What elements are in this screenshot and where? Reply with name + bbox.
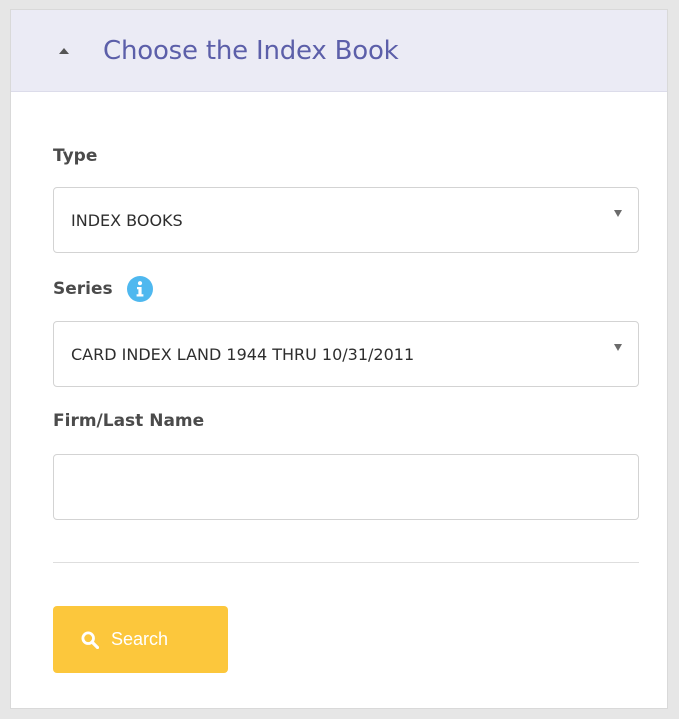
firm-last-name-label-text: Firm/Last Name (53, 411, 205, 431)
search-button-label: Search (111, 629, 169, 649)
firm-last-name-label: Firm/Last Name (53, 409, 639, 433)
info-icon[interactable] (126, 276, 153, 302)
type-selected-value: INDEX BOOKS (71, 210, 183, 230)
series-label-text: Series (53, 279, 113, 299)
caret-down-icon (614, 344, 622, 351)
info-glyph (136, 281, 144, 297)
series-selected-value: CARD INDEX LAND 1944 THRU 10/31/2011 (71, 344, 415, 364)
firm-last-name-input[interactable] (53, 454, 639, 520)
search-icon (81, 630, 99, 649)
series-select[interactable]: CARD INDEX LAND 1944 THRU 10/31/2011 (53, 321, 639, 387)
panel-title: Choose the Index Book (103, 35, 399, 66)
type-label-text: Type (53, 146, 98, 166)
divider (53, 562, 639, 563)
search-button[interactable]: Search (53, 606, 228, 673)
panel-body: Type INDEX BOOKS Series CARD INDEX LAND … (11, 144, 667, 673)
index-book-panel: Choose the Index Book Type INDEX BOOKS S… (10, 9, 668, 709)
series-label: Series (53, 276, 639, 302)
caret-up-icon[interactable] (59, 47, 69, 54)
type-select[interactable]: INDEX BOOKS (53, 187, 639, 253)
caret-down-icon (614, 210, 622, 217)
panel-header[interactable]: Choose the Index Book (11, 10, 667, 92)
type-label: Type (53, 144, 639, 168)
